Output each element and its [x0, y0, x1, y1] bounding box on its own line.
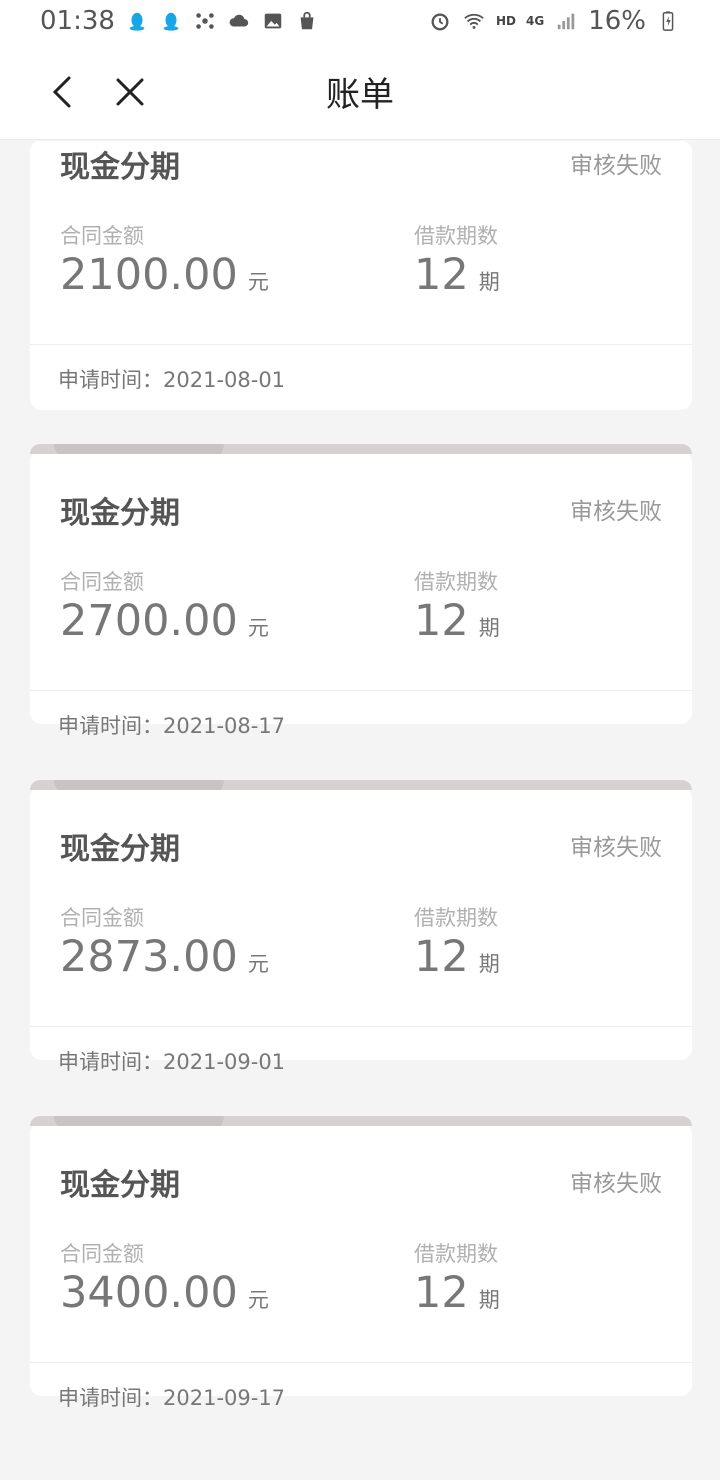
apply-time: 申请时间：2021-08-17: [58, 714, 286, 738]
apply-time: 申请时间：2021-08-01: [58, 368, 286, 392]
amount-value: 2873.00: [60, 932, 238, 982]
amount-label: 合同金额: [60, 224, 144, 248]
periods-label: 借款期数: [414, 224, 498, 248]
qq-icon: [159, 9, 183, 33]
page-title: 账单: [326, 74, 394, 115]
bill-card[interactable]: 现金分期 审核失败 合同金额 借款期数 2700.00 元 12 期 申请时间：20…: [30, 444, 692, 738]
amount-value-wrap: 2873.00 元: [60, 932, 269, 982]
amount-unit: 元: [247, 1288, 269, 1312]
periods-unit: 期: [478, 616, 500, 640]
close-button[interactable]: [110, 72, 150, 112]
periods-value: 12: [414, 932, 469, 982]
bill-title: 现金分期: [60, 832, 180, 867]
bill-status: 审核失败: [570, 499, 662, 525]
alarm-icon: [428, 9, 452, 33]
periods-value: 12: [414, 250, 469, 300]
network-icon: [193, 9, 217, 33]
apply-time: 申请时间：2021-09-01: [58, 1050, 286, 1074]
divider: [30, 1362, 692, 1363]
periods-value: 12: [414, 1268, 469, 1318]
amount-value: 2100.00: [60, 250, 238, 300]
network-type: 4G: [526, 14, 545, 28]
image-icon: [261, 9, 285, 33]
bill-card[interactable]: 现金分期 审核失败 合同金额 借款期数 2873.00 元 12 期 申请时间：20…: [30, 780, 692, 1074]
periods-unit: 期: [478, 270, 500, 294]
periods-label: 借款期数: [414, 906, 498, 930]
amount-value-wrap: 3400.00 元: [60, 1268, 269, 1318]
amount-label: 合同金额: [60, 570, 144, 594]
amount-unit: 元: [247, 952, 269, 976]
bill-status: 审核失败: [570, 153, 662, 179]
status-time: 01:38: [40, 6, 115, 36]
bill-title: 现金分期: [60, 496, 180, 531]
divider: [30, 1026, 692, 1027]
periods-value: 12: [414, 596, 469, 646]
chevron-left-icon: [52, 76, 71, 108]
periods-value-wrap: 12 期: [414, 250, 500, 300]
amount-value: 3400.00: [60, 1268, 238, 1318]
bill-card[interactable]: 现金分期 审核失败 合同金额 借款期数 2100.00 元 12 期 申请时间：20…: [30, 141, 692, 410]
periods-unit: 期: [478, 1288, 500, 1312]
amount-value-wrap: 2700.00 元: [60, 596, 269, 646]
periods-value-wrap: 12 期: [414, 596, 500, 646]
status-bar: 01:38 HD 4G 16%: [0, 0, 720, 42]
amount-label: 合同金额: [60, 1242, 144, 1266]
bill-title: 现金分期: [60, 1168, 180, 1203]
amount-value: 2700.00: [60, 596, 238, 646]
signal-icon: [554, 9, 578, 33]
battery-percent: 16%: [588, 6, 646, 36]
app-header: 账单: [0, 42, 720, 140]
bill-status: 审核失败: [570, 835, 662, 861]
shopping-bag-icon: [295, 9, 319, 33]
amount-unit: 元: [247, 616, 269, 640]
battery-icon: [656, 9, 680, 33]
close-icon: [116, 78, 144, 106]
back-button[interactable]: [42, 72, 82, 112]
bill-card[interactable]: 现金分期 审核失败 合同金额 借款期数 3400.00 元 12 期 申请时间：20…: [30, 1116, 692, 1410]
periods-value-wrap: 12 期: [414, 932, 500, 982]
bill-title: 现金分期: [60, 150, 180, 185]
divider: [30, 344, 692, 345]
periods-value-wrap: 12 期: [414, 1268, 500, 1318]
amount-value-wrap: 2100.00 元: [60, 250, 269, 300]
periods-label: 借款期数: [414, 570, 498, 594]
bill-status: 审核失败: [570, 1171, 662, 1197]
divider: [30, 690, 692, 691]
periods-label: 借款期数: [414, 1242, 498, 1266]
apply-time: 申请时间：2021-09-17: [58, 1386, 286, 1410]
hd-indicator: HD: [495, 14, 516, 28]
amount-label: 合同金额: [60, 906, 144, 930]
wifi-icon: [462, 9, 486, 33]
amount-unit: 元: [247, 270, 269, 294]
cloud-sync-icon: [227, 9, 251, 33]
bill-list[interactable]: 现金分期 审核失败 合同金额 借款期数 2100.00 元 12 期 申请时间：20…: [0, 141, 720, 1480]
qq-icon: [125, 9, 149, 33]
periods-unit: 期: [478, 952, 500, 976]
